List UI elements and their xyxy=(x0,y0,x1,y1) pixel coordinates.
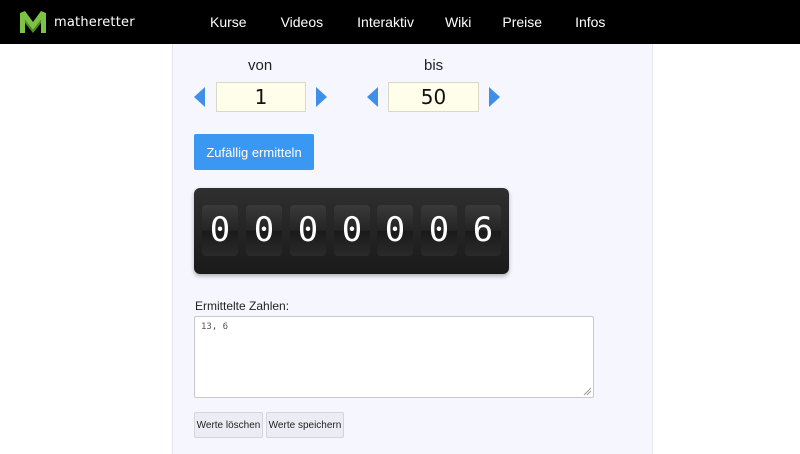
brand-logo[interactable]: matheretter xyxy=(18,9,135,35)
nav-item-interaktiv[interactable]: Interaktiv xyxy=(357,14,414,30)
counter-digit: 0 xyxy=(202,205,238,256)
nav-item-infos[interactable]: Infos xyxy=(575,14,605,30)
counter-digit: 0 xyxy=(334,205,370,256)
nav-item-kurse[interactable]: Kurse xyxy=(210,14,247,30)
main-nav: Kurse Videos Interaktiv Wiki Preise Info… xyxy=(210,0,605,44)
matheretter-logo-icon xyxy=(20,11,46,33)
to-decrement-arrow-icon[interactable] xyxy=(367,87,378,107)
counter-digit: 0 xyxy=(421,205,457,256)
top-navigation-bar: matheretter Kurse Videos Interaktiv Wiki… xyxy=(0,0,800,44)
brand-name: matheretter xyxy=(54,14,135,30)
clear-values-button[interactable]: Werte löschen xyxy=(194,412,263,438)
to-increment-arrow-icon[interactable] xyxy=(489,87,500,107)
nav-item-preise[interactable]: Preise xyxy=(502,14,542,30)
nav-item-videos[interactable]: Videos xyxy=(281,14,324,30)
nav-item-wiki[interactable]: Wiki xyxy=(445,14,471,30)
counter-digit: 6 xyxy=(465,205,501,256)
counter-digit: 0 xyxy=(377,205,413,256)
random-button[interactable]: Zufällig ermitteln xyxy=(194,134,314,170)
counter-digit: 0 xyxy=(290,205,326,256)
to-value-field[interactable]: 50 xyxy=(388,82,479,112)
digit-counter: 0 0 0 0 0 0 6 xyxy=(194,188,509,274)
from-value-field[interactable]: 1 xyxy=(216,82,306,112)
counter-digit: 0 xyxy=(246,205,282,256)
from-decrement-arrow-icon[interactable] xyxy=(194,87,205,107)
from-label: von xyxy=(248,57,273,74)
resize-grip-icon[interactable] xyxy=(583,387,592,396)
save-values-button[interactable]: Werte speichern xyxy=(266,412,344,438)
results-label: Ermittelte Zahlen: xyxy=(195,299,290,313)
to-label: bis xyxy=(424,57,444,74)
results-textarea[interactable]: 13, 6 xyxy=(194,316,594,398)
from-increment-arrow-icon[interactable] xyxy=(316,87,327,107)
